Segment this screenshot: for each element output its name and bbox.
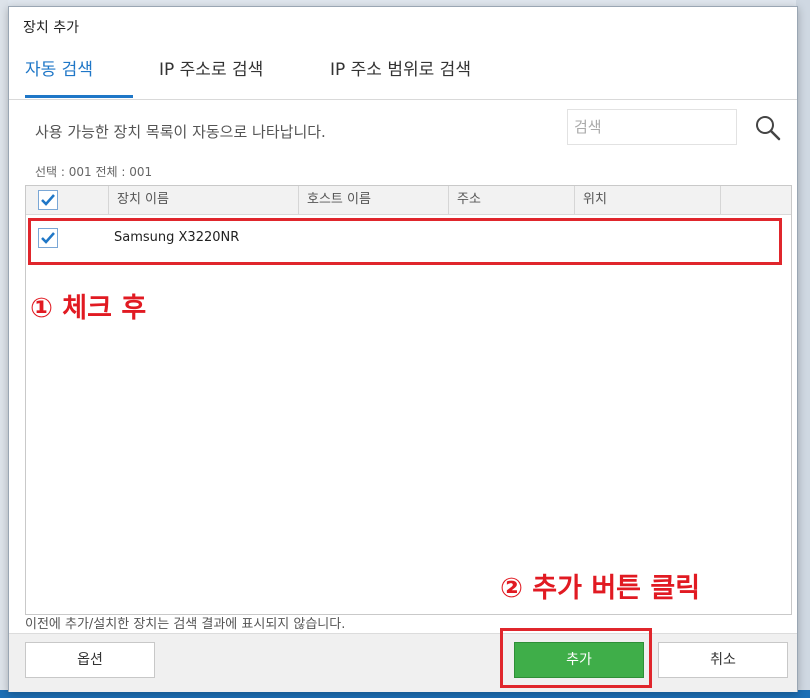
tab-auto-search[interactable]: 자동 검색 [25, 55, 93, 80]
annotation-step1: ① 체크 후 [30, 293, 147, 324]
footer-note: 이전에 추가/설치한 장치는 검색 결과에 표시되지 않습니다. [25, 617, 346, 632]
header-select-all [26, 186, 108, 214]
options-button[interactable]: 옵션 [25, 642, 155, 678]
search-tabs: 자동 검색 IP 주소로 검색 IP 주소 범위로 검색 [9, 51, 797, 100]
header-device-name[interactable]: 장치 이름 [108, 186, 298, 214]
background-window-left [0, 0, 8, 698]
tab-search-by-ip-range[interactable]: IP 주소 범위로 검색 [330, 55, 471, 80]
highlight-box-row [28, 218, 782, 265]
header-extra [720, 186, 791, 214]
highlight-box-add-button [500, 628, 652, 688]
header-host-name[interactable]: 호스트 이름 [298, 186, 448, 214]
background-window-right [796, 0, 810, 698]
search-input[interactable] [567, 109, 737, 145]
selection-counts: 선택 : 001 전체 : 001 [35, 165, 153, 179]
cancel-button[interactable]: 취소 [658, 642, 788, 678]
header-address[interactable]: 주소 [448, 186, 574, 214]
dialog-title: 장치 추가 [23, 20, 79, 36]
header-location[interactable]: 위치 [574, 186, 720, 214]
description-text: 사용 가능한 장치 목록이 자동으로 나타납니다. [35, 123, 326, 141]
search-icon[interactable] [753, 113, 783, 143]
table-header: 장치 이름 호스트 이름 주소 위치 [26, 186, 791, 215]
checkmark-icon [41, 194, 55, 206]
active-tab-indicator [25, 95, 133, 98]
select-all-checkbox[interactable] [38, 190, 58, 210]
dialog-footer: 옵션 추가 취소 [9, 633, 797, 692]
tab-search-by-ip[interactable]: IP 주소로 검색 [159, 55, 263, 80]
annotation-step2: ② 추가 버튼 클릭 [500, 573, 701, 604]
